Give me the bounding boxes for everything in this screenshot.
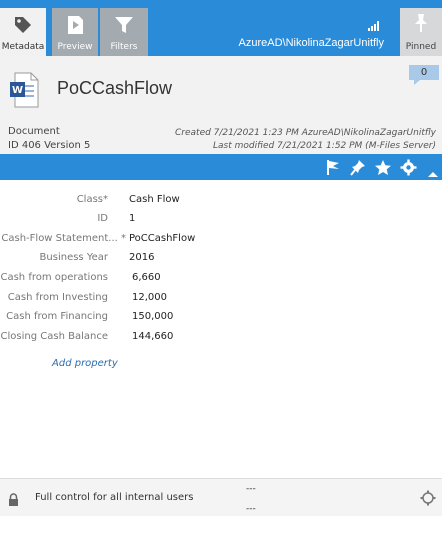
property-row[interactable]: Cash from Financing 150,000 bbox=[0, 311, 442, 330]
tab-preview-label: Preview bbox=[57, 42, 93, 52]
action-bar bbox=[0, 154, 442, 180]
chevron-up-icon[interactable] bbox=[427, 163, 442, 180]
property-value[interactable]: 6,660 bbox=[132, 272, 161, 283]
permissions-footer: Full control for all internal users --- … bbox=[0, 478, 442, 516]
top-bar: Metadata Preview Filters AzureAD\Nikolin… bbox=[0, 0, 442, 56]
gear-icon[interactable] bbox=[400, 159, 418, 176]
document-header: W PoCCashFlow 0 Document ID 406 Version … bbox=[0, 56, 442, 154]
object-type: Document bbox=[8, 126, 60, 137]
property-row[interactable]: Closing Cash Balance 144,660 bbox=[0, 331, 442, 350]
property-label: ID bbox=[97, 213, 108, 224]
property-row[interactable]: Class* Cash Flow bbox=[0, 194, 442, 213]
property-row[interactable]: ID 1 bbox=[0, 213, 442, 232]
tab-filters[interactable]: Filters bbox=[100, 8, 148, 56]
tag-icon bbox=[12, 14, 34, 40]
star-icon[interactable] bbox=[374, 159, 392, 176]
tab-metadata[interactable]: Metadata bbox=[0, 8, 46, 56]
refresh-icon[interactable] bbox=[420, 490, 436, 510]
pinned-label: Pinned bbox=[405, 42, 437, 52]
property-label: Cash from Investing bbox=[7, 292, 108, 303]
property-value[interactable]: 1 bbox=[129, 213, 135, 224]
tab-metadata-label: Metadata bbox=[1, 42, 45, 52]
pin-icon[interactable] bbox=[350, 159, 368, 176]
lock-icon bbox=[8, 491, 19, 510]
current-user: AzureAD\NikolinaZagarUnitfly bbox=[238, 37, 385, 49]
property-row[interactable]: Cash from operations 6,660 bbox=[0, 272, 442, 291]
filter-icon bbox=[113, 14, 135, 40]
property-label: Cash from Financing bbox=[6, 311, 108, 322]
tab-preview[interactable]: Preview bbox=[52, 8, 98, 56]
property-label: Business Year bbox=[39, 252, 108, 263]
modified-info: Last modified 7/21/2021 1:52 PM (M-Files… bbox=[213, 141, 436, 151]
property-value[interactable]: 144,660 bbox=[132, 331, 173, 342]
document-title: PoCCashFlow bbox=[57, 78, 173, 98]
word-document-icon: W bbox=[9, 72, 39, 112]
property-value[interactable]: 150,000 bbox=[132, 311, 173, 322]
pinned-button[interactable]: Pinned bbox=[400, 8, 442, 56]
badge-tail bbox=[414, 80, 420, 85]
pin-icon bbox=[412, 13, 430, 37]
permissions-text[interactable]: Full control for all internal users bbox=[35, 492, 193, 503]
flag-icon[interactable] bbox=[325, 159, 343, 176]
workflow-placeholder[interactable]: --- bbox=[246, 484, 256, 494]
property-value[interactable]: Cash Flow bbox=[129, 194, 180, 205]
property-label: Closing Cash Balance bbox=[0, 331, 108, 342]
property-value[interactable]: PoCCashFlow bbox=[129, 233, 195, 244]
property-row[interactable]: Cash from Investing 12,000 bbox=[0, 292, 442, 311]
add-property-link[interactable]: Add property bbox=[52, 358, 118, 369]
comment-count-badge[interactable]: 0 bbox=[409, 65, 439, 80]
property-label: Cash from operations bbox=[0, 272, 108, 283]
signal-icon bbox=[368, 16, 382, 35]
play-icon bbox=[65, 14, 85, 40]
tab-filters-label: Filters bbox=[110, 42, 138, 52]
created-info: Created 7/21/2021 1:23 PM AzureAD\Nikoli… bbox=[175, 128, 436, 138]
state-placeholder[interactable]: --- bbox=[246, 504, 256, 514]
property-row[interactable]: Cash-Flow Statement... * PoCCashFlow bbox=[0, 233, 442, 252]
property-value[interactable]: 12,000 bbox=[132, 292, 167, 303]
svg-text:W: W bbox=[12, 85, 23, 96]
property-label: Cash-Flow Statement... * bbox=[1, 233, 126, 244]
object-id-version: ID 406 Version 5 bbox=[8, 140, 91, 151]
property-value[interactable]: 2016 bbox=[129, 252, 154, 263]
property-row[interactable]: Business Year 2016 bbox=[0, 252, 442, 271]
property-label: Class* bbox=[76, 194, 108, 205]
